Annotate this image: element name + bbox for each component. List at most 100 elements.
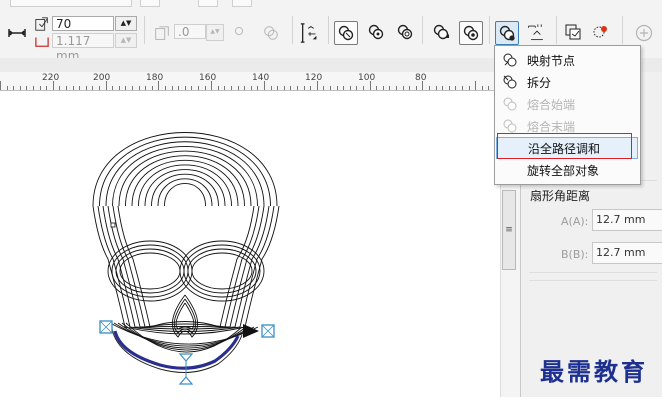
strip-tab: [140, 0, 160, 7]
face-contour-line: [107, 205, 265, 328]
ruler-tick: [257, 86, 259, 90]
ruler-tick: [455, 86, 457, 90]
ruler-tick: [475, 81, 477, 90]
copy-blend-properties-icon[interactable]: [562, 21, 584, 43]
direct-blend-icon[interactable]: [334, 21, 358, 45]
menu-item-label: 熔合始端: [527, 97, 576, 112]
ruler-tick: [488, 86, 490, 90]
menu-item-split[interactable]: 拆分: [496, 71, 638, 93]
menu-item-icon-spacer: [499, 160, 521, 180]
ruler-tick: [0, 81, 1, 90]
ruler-tick: [468, 86, 470, 90]
clockwise-blend-icon[interactable]: [365, 21, 387, 43]
toolbar-separator: [328, 16, 329, 44]
ruler-tick: [99, 86, 100, 90]
clear-blend-icon[interactable]: [590, 21, 612, 43]
menu-item-rotate-all-objects[interactable]: 旋转全部对象: [496, 159, 638, 181]
ruler-label: 160: [199, 73, 217, 83]
color-acceleration-icon[interactable]: [459, 21, 483, 45]
object-acceleration-icon[interactable]: [430, 21, 452, 43]
ruler-tick: [330, 86, 331, 90]
offset-spinner[interactable]: ▲▼: [206, 24, 224, 41]
start-end-properties-icon[interactable]: [524, 19, 550, 45]
ruler-tick: [264, 81, 265, 90]
skull-blend-artwork[interactable]: [0, 91, 500, 397]
drawing-canvas[interactable]: [0, 91, 500, 397]
steps-input[interactable]: 70: [52, 16, 114, 31]
toolbar-separator: [556, 16, 557, 44]
ruler-tick: [112, 86, 114, 90]
ruler-tick: [422, 81, 424, 90]
blend-offset-icon: [152, 24, 172, 44]
fan-angle-title: 扇形角距离: [530, 189, 591, 203]
spacing-icon: [33, 33, 51, 49]
spacing-input[interactable]: 1.117 mm: [52, 33, 114, 63]
steps-mode-icon[interactable]: [33, 15, 51, 33]
ruler-tick: [118, 86, 120, 90]
ruler-tick: [92, 86, 94, 90]
blend-direction-arrow[interactable]: [243, 324, 259, 338]
path-node[interactable]: [110, 222, 116, 228]
menu-item-blend-along-full-path[interactable]: 沿全路径调和: [496, 137, 638, 159]
split-icon: [499, 72, 521, 92]
b-distance-input[interactable]: 12.7 mm: [592, 242, 662, 264]
map-nodes-icon: [499, 50, 521, 70]
cranium-contour-line: [164, 183, 206, 207]
offset-input[interactable]: .0: [174, 24, 206, 39]
counterclockwise-blend-icon[interactable]: [394, 21, 416, 43]
ruler-tick: [409, 86, 411, 90]
ruler-tick: [79, 86, 81, 90]
ruler-tick: [250, 86, 252, 90]
horizontal-ruler[interactable]: 220 200 180 160 140 120 100 80: [0, 72, 520, 91]
blend-color-icon[interactable]: [298, 20, 322, 46]
ruler-label: 100: [358, 73, 376, 83]
ruler-tick: [290, 86, 292, 90]
ruler-tick: [283, 86, 285, 90]
ruler-tick: [224, 86, 226, 90]
fuse-start-icon: [499, 94, 521, 114]
more-blend-options-menu: 映射节点 拆分 熔合始端 熔合末端 沿全路径调和 旋转全部对象: [494, 45, 641, 185]
ruler-tick: [72, 86, 74, 90]
menu-item-label: 映射节点: [527, 53, 576, 68]
ruler-label: 80: [415, 73, 427, 83]
vertical-scrollbar-thumb[interactable]: ≡: [502, 190, 516, 270]
cranium-contour-line: [125, 155, 245, 207]
ruler-tick: [52, 81, 54, 90]
ruler-tick: [462, 86, 463, 90]
steps-spinner[interactable]: ▲▼: [115, 16, 137, 31]
ruler-tick: [46, 86, 48, 90]
ruler-tick: [13, 86, 15, 90]
spacing-spinner[interactable]: ▲▼: [115, 33, 137, 48]
ruler-tick: [59, 86, 61, 90]
menu-item-label: 熔合末端: [527, 119, 576, 134]
add-icon[interactable]: [632, 21, 656, 45]
ruler-tick: [39, 86, 41, 90]
eye-socket-contour: [191, 252, 253, 290]
ruler-tick: [435, 86, 437, 90]
ruler-tick: [356, 86, 358, 90]
blend-steps-icon[interactable]: [6, 22, 28, 44]
menu-item-label: 拆分: [527, 75, 552, 90]
ruler-tick: [33, 86, 34, 90]
menu-item-map-nodes[interactable]: 映射节点: [496, 49, 638, 71]
cranium-contour-line: [157, 178, 213, 207]
direction-icon: [260, 22, 282, 44]
more-blend-options-icon[interactable]: [495, 21, 519, 45]
ruler-label: 200: [93, 73, 111, 83]
ruler-tick: [363, 86, 364, 90]
a-distance-input[interactable]: 12.7 mm: [592, 209, 662, 231]
acceleration-icon: [232, 24, 246, 38]
ruler-tick: [429, 86, 430, 90]
eye-socket-contour: [187, 248, 257, 294]
ruler-tick: [184, 86, 186, 90]
toolbar-separator: [489, 16, 490, 44]
ruler-tick: [396, 86, 397, 90]
ruler-tick: [402, 86, 404, 90]
ruler-tick: [6, 86, 8, 90]
eye-socket-contour: [107, 240, 193, 302]
toolbar-separator: [292, 16, 293, 44]
ruler-tick: [389, 86, 391, 90]
ruler-tick: [145, 86, 147, 90]
ruler-tick: [158, 81, 160, 90]
ruler-label: 140: [252, 73, 270, 83]
